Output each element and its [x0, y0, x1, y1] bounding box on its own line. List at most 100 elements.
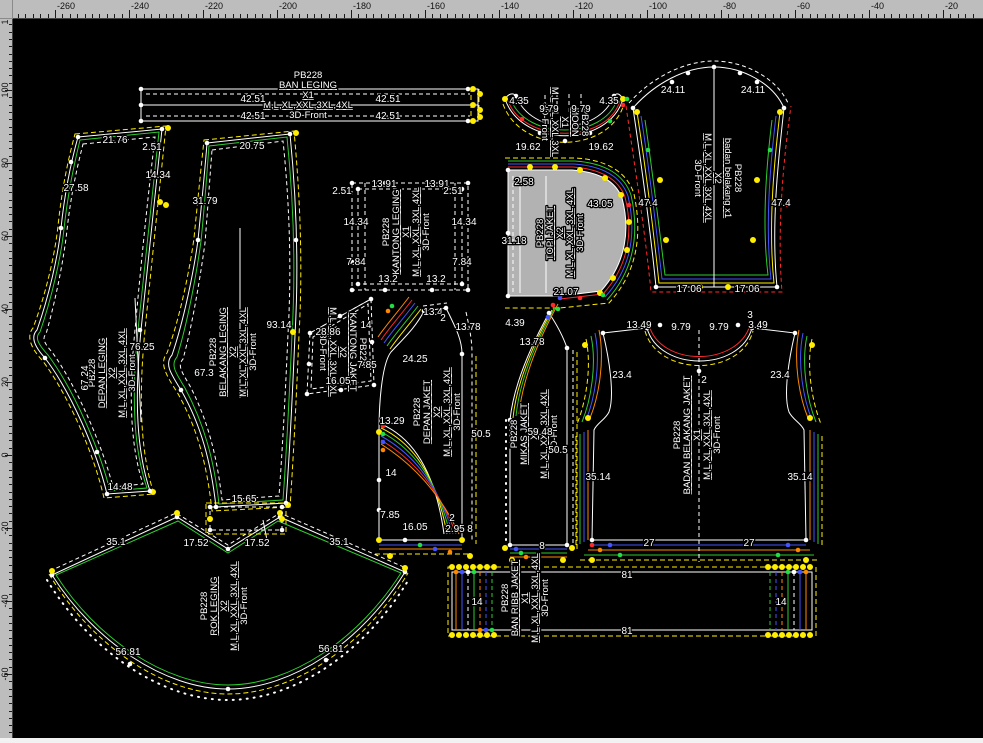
pattern-point[interactable]: [608, 119, 613, 124]
pattern-point[interactable]: [386, 309, 391, 314]
pattern-point[interactable]: [372, 383, 377, 388]
piece-topi-jaket-selected[interactable]: PB228TOPI JAKETX2M,L,XL,XXL,3XL,4XL3D-Fr…: [501, 158, 637, 308]
pattern-point[interactable]: [786, 543, 791, 548]
pattern-point[interactable]: [460, 352, 465, 357]
pattern-point[interactable]: [654, 285, 659, 290]
pattern-point[interactable]: [205, 141, 210, 146]
pattern-point[interactable]: [800, 564, 806, 570]
pattern-point[interactable]: [484, 632, 490, 638]
pattern-point[interactable]: [560, 557, 566, 563]
pattern-point[interactable]: [624, 247, 630, 253]
pattern-point[interactable]: [777, 109, 783, 115]
pattern-point[interactable]: [456, 632, 462, 638]
pattern-point[interactable]: [157, 199, 163, 205]
pattern-point[interactable]: [736, 323, 741, 328]
pattern-point[interactable]: [618, 553, 623, 558]
piece-belakang-leging[interactable]: PB228BELAKANG LEGINGX2M,L,XL,XXL,3XL,4XL…: [164, 130, 301, 511]
pattern-point[interactable]: [768, 148, 773, 153]
pattern-point[interactable]: [658, 323, 663, 328]
piece-badan-belakang-jaket[interactable]: PB228BADAN BELAKANG JAKETX1M,L,XL,XXL,3X…: [576, 310, 822, 563]
pattern-point[interactable]: [294, 238, 299, 243]
pattern-point[interactable]: [174, 510, 180, 516]
pattern-point[interactable]: [381, 440, 386, 445]
pattern-point[interactable]: [370, 340, 375, 345]
pattern-point[interactable]: [466, 87, 471, 92]
pattern-point[interactable]: [502, 96, 508, 102]
pattern-point[interactable]: [449, 632, 455, 638]
pattern-point[interactable]: [477, 114, 483, 120]
pattern-point[interactable]: [430, 288, 435, 293]
pattern-point[interactable]: [502, 545, 508, 551]
pattern-point[interactable]: [484, 564, 490, 570]
pattern-point[interactable]: [793, 331, 798, 336]
pattern-point[interactable]: [138, 328, 143, 333]
pattern-point[interactable]: [456, 564, 462, 570]
pattern-point[interactable]: [470, 86, 476, 92]
piece-moon-collar[interactable]: PB228MOONX1M,L,XL,XXL,3XL3D-Front4.359.7…: [502, 87, 629, 157]
pattern-point[interactable]: [226, 547, 231, 552]
pattern-point[interactable]: [577, 167, 583, 173]
pattern-point[interactable]: [466, 570, 471, 575]
pattern-point[interactable]: [350, 288, 355, 293]
pattern-point[interactable]: [608, 543, 613, 548]
pattern-point[interactable]: [792, 570, 797, 575]
pattern-point[interactable]: [738, 71, 743, 76]
pattern-point[interactable]: [618, 192, 624, 198]
pattern-point[interactable]: [598, 548, 603, 553]
pattern-point[interactable]: [324, 658, 329, 663]
pattern-point[interactable]: [369, 297, 374, 302]
pattern-point[interactable]: [308, 331, 313, 336]
pattern-point[interactable]: [470, 564, 476, 570]
pattern-point[interactable]: [556, 307, 561, 312]
pattern-point[interactable]: [454, 570, 459, 575]
pattern-point[interactable]: [460, 570, 465, 575]
pattern-point[interactable]: [305, 392, 310, 397]
pattern-point[interactable]: [589, 557, 595, 563]
pattern-point[interactable]: [208, 505, 213, 510]
pattern-point[interactable]: [527, 164, 533, 170]
pattern-point[interactable]: [765, 564, 771, 570]
pattern-point[interactable]: [208, 528, 213, 533]
pattern-point[interactable]: [601, 331, 606, 336]
piece-mikas-jaket[interactable]: PB228MIKAS JAKETX1M,L,XL,XXL,3XL,4XL3D-F…: [502, 303, 577, 563]
pattern-point[interactable]: [552, 164, 558, 170]
pattern-point[interactable]: [165, 125, 171, 131]
pattern-point[interactable]: [128, 662, 133, 667]
pattern-point[interactable]: [546, 315, 551, 320]
pattern-point[interactable]: [449, 564, 455, 570]
pattern-point[interactable]: [551, 303, 556, 308]
pattern-point[interactable]: [463, 564, 469, 570]
pattern-point[interactable]: [139, 87, 144, 92]
pattern-point[interactable]: [750, 237, 756, 243]
bottom-scrollbar-strip[interactable]: [0, 738, 983, 743]
pattern-point[interactable]: [383, 288, 388, 293]
pattern-point[interactable]: [610, 275, 616, 281]
pattern-point[interactable]: [490, 628, 495, 633]
pattern-point[interactable]: [809, 342, 815, 348]
pattern-point[interactable]: [179, 388, 184, 393]
pattern-point[interactable]: [803, 557, 809, 563]
pattern-point[interactable]: [460, 282, 465, 287]
pattern-point[interactable]: [793, 564, 799, 570]
pattern-point[interactable]: [663, 237, 669, 243]
pattern-point[interactable]: [621, 103, 626, 108]
pattern-point[interactable]: [793, 632, 799, 638]
pattern-point[interactable]: [646, 148, 651, 153]
piece-ban-ribb-jaket[interactable]: PB228BAN RIBB JAKETX1M,L,XL,XXL,3XL,4XL3…: [448, 553, 816, 643]
pattern-point[interactable]: [466, 119, 471, 124]
pattern-point[interactable]: [506, 168, 511, 173]
pattern-point[interactable]: [160, 127, 165, 132]
pattern-point[interactable]: [470, 118, 476, 124]
piece-ban-leging[interactable]: PB228BAN LEGINGX1M,L,XL,XXL,3XL,4XL3D-Fr…: [139, 70, 483, 124]
pattern-point[interactable]: [387, 553, 393, 559]
pattern-point[interactable]: [796, 548, 801, 553]
pattern-point[interactable]: [76, 135, 81, 140]
pattern-point[interactable]: [804, 538, 809, 543]
pattern-point[interactable]: [484, 628, 489, 633]
pattern-point[interactable]: [775, 285, 780, 290]
pattern-point[interactable]: [582, 342, 588, 348]
pattern-point[interactable]: [477, 107, 483, 113]
pattern-point[interactable]: [547, 311, 552, 316]
pattern-point[interactable]: [280, 505, 285, 510]
pattern-point[interactable]: [626, 219, 632, 225]
